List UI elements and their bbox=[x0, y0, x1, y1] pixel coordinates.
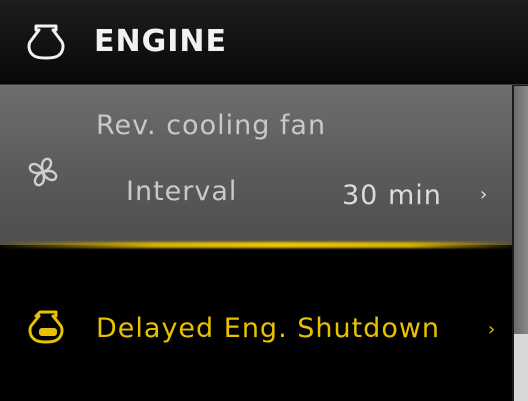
chevron-right-icon: › bbox=[488, 319, 496, 340]
header-bar: ENGINE bbox=[0, 0, 528, 85]
interval-value: 30 min bbox=[342, 180, 442, 211]
menu-item-title: Rev. cooling fan bbox=[96, 110, 327, 141]
engine-icon bbox=[26, 20, 66, 64]
menu-item-rev-cooling-fan[interactable]: Rev. cooling fan Interval 30 min › bbox=[0, 85, 512, 245]
fan-icon bbox=[24, 153, 62, 191]
delayed-shutdown-icon bbox=[26, 308, 70, 348]
engine-menu-screen: ENGINE Rev. cooling fan Interval 30 min … bbox=[0, 0, 528, 401]
interval-label: Interval bbox=[126, 176, 238, 207]
menu-item-title: Delayed Eng. Shutdown bbox=[96, 313, 441, 344]
chevron-right-icon: › bbox=[480, 184, 488, 205]
selection-divider bbox=[0, 242, 512, 248]
scrollbar-track bbox=[514, 334, 528, 401]
scrollbar-thumb[interactable] bbox=[514, 86, 528, 334]
menu-item-delayed-eng-shutdown[interactable]: Delayed Eng. Shutdown › bbox=[0, 250, 512, 401]
page-title: ENGINE bbox=[94, 24, 227, 59]
